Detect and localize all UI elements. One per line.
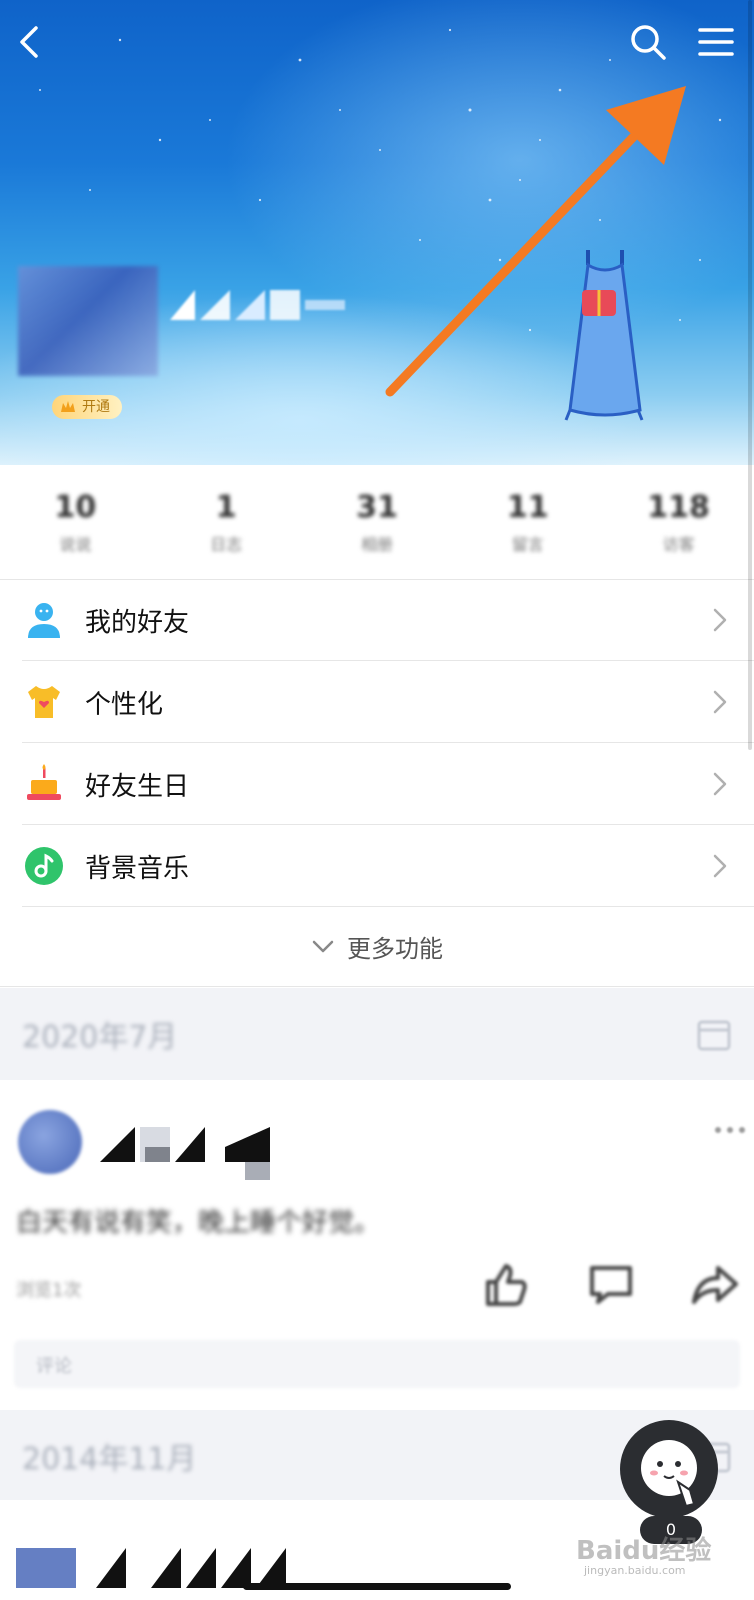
stat-item[interactable]: 1 日志 [166,490,286,555]
home-indicator[interactable] [243,1583,511,1590]
feed-date-label: 2020年7月 [22,1020,178,1055]
calendar-icon[interactable] [696,1016,732,1052]
feature-menu: 我的好友 个性化 好友生日 背景音乐 [0,579,754,907]
menu-item-friends[interactable]: 我的好友 [0,579,754,661]
post-author-redacted [16,1548,286,1588]
feed-date-header: 2020年7月 [0,988,754,1080]
stat-item[interactable]: 10 说说 [15,490,135,555]
music-icon [25,847,63,885]
stat-label: 访客 [662,534,695,554]
chevron-right-icon [713,608,727,632]
search-icon [631,25,666,60]
menu-item-label: 背景音乐 [85,853,190,884]
chevron-right-icon [713,854,727,878]
vip-badge-label: 开通 [82,399,110,415]
share-icon[interactable] [690,1260,740,1310]
more-options-icon[interactable] [712,1120,748,1140]
post-view-count: 浏览1次 [16,1280,82,1301]
more-features-button[interactable]: 更多功能 [0,907,754,987]
stat-value: 11 [506,489,549,525]
more-features-label: 更多功能 [347,935,443,963]
stat-label: 说说 [59,534,92,554]
robot-face-icon [641,1440,697,1508]
profile-banner: 开通 [0,0,754,465]
assistant-float-button[interactable] [620,1420,718,1518]
stat-value: 10 [54,489,97,525]
scrollbar[interactable] [748,0,752,750]
chevron-left-icon [20,26,38,58]
menu-item-label: 好友生日 [85,771,190,802]
stat-item[interactable]: 11 留言 [468,490,588,555]
profile-stats: 10 说说 1 日志 31 相册 11 留言 118 访客 [0,465,754,579]
stat-value: 31 [356,489,398,525]
stat-label: 相册 [360,534,393,554]
stat-item[interactable]: 31 相册 [317,490,437,555]
stat-value: 118 [647,489,710,525]
stat-item[interactable]: 118 访客 [619,490,739,555]
stat-label: 留言 [511,534,544,554]
chevron-right-icon [713,690,727,714]
comment-icon[interactable] [586,1260,636,1310]
search-button[interactable] [624,18,672,66]
menu-item-bgm[interactable]: 背景音乐 [0,825,754,907]
like-icon[interactable] [480,1260,530,1310]
friends-icon [28,603,60,638]
watermark-url: jingyan.baidu.com [584,1564,686,1577]
feed-date-label: 2014年11月 [22,1442,197,1477]
menu-item-personalize[interactable]: 个性化 [0,661,754,743]
chevron-right-icon [713,772,727,796]
vip-badge[interactable]: 开通 [52,395,122,419]
stat-label: 日志 [210,534,243,554]
comment-placeholder: 评论 [36,1356,72,1377]
back-button[interactable] [6,18,54,66]
shirt-icon [28,686,60,718]
avatar[interactable] [18,266,158,376]
post-author-redacted [100,1127,270,1180]
menu-item-label: 个性化 [85,689,164,720]
crown-icon [61,401,75,412]
watermark-logo: Baidu经验 [576,1536,712,1566]
comment-input[interactable]: 评论 [14,1340,740,1388]
hamburger-menu-icon [698,28,734,56]
menu-button[interactable] [692,18,740,66]
post-content: 白天有说有笑，晚上睡个好觉。 [16,1208,381,1238]
nickname-redacted [170,290,345,320]
cake-icon [27,764,61,800]
feed-post: 白天有说有笑，晚上睡个好觉。 浏览1次 评论 [0,1080,754,1410]
stat-value: 1 [215,489,237,525]
menu-item-birthday[interactable]: 好友生日 [0,743,754,825]
chevron-down-icon [312,940,334,952]
character-decoration [564,250,644,421]
menu-item-label: 我的好友 [85,607,190,638]
